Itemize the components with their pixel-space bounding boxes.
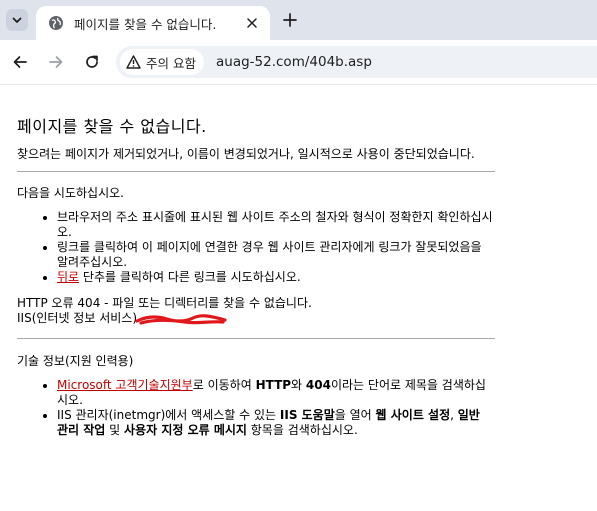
text-run: 항목을 검색하십시오.	[246, 423, 358, 437]
close-tab-icon[interactable]	[244, 15, 260, 31]
text-run: ,	[450, 408, 458, 422]
bold-term: 웹 사이트 설정	[375, 408, 451, 422]
browser-toolbar: 주의 요함 auag-52.com/404b.asp	[0, 40, 597, 85]
list-item: 뒤로 단추를 클릭하여 다른 링크를 시도하십시오.	[57, 270, 495, 285]
address-bar[interactable]: 주의 요함 auag-52.com/404b.asp	[116, 46, 597, 78]
list-item: Microsoft 고객기술지원부로 이동하여 HTTP와 404이라는 단어로…	[57, 378, 495, 408]
text-run: 을 열어	[334, 408, 376, 422]
reload-icon[interactable]	[82, 52, 102, 72]
tab-title: 페이지를 찾을 수 없습니다.	[74, 16, 217, 32]
bold-term: HTTP	[255, 378, 292, 392]
list-item-text: 단추를 클릭하여 다른 링크를 시도하십시오.	[79, 270, 301, 284]
list-item: 브라우저의 주소 표시줄에 표시된 웹 사이트 주소의 철자와 형식이 정확한지…	[57, 210, 495, 240]
text-run: IIS 관리자(inetmgr)에서 액세스할 수 있는	[57, 408, 280, 422]
back-arrow-icon[interactable]	[10, 52, 30, 72]
page-heading: 페이지를 찾을 수 없습니다.	[17, 117, 207, 136]
forward-arrow-icon[interactable]	[46, 52, 66, 72]
text-run: 로 이동하여	[192, 378, 256, 392]
list-item-text: 브라우저의 주소 표시줄에 표시된 웹 사이트 주소의 철자와 형식이 정확한지…	[57, 210, 493, 239]
tech-list: Microsoft 고객기술지원부로 이동하여 HTTP와 404이라는 단어로…	[17, 378, 495, 438]
tech-section-title: 기술 정보(지원 인력용)	[17, 354, 134, 368]
globe-icon	[48, 15, 64, 31]
url-text[interactable]: auag-52.com/404b.asp	[216, 54, 372, 70]
divider	[17, 338, 495, 339]
text-run: 및	[105, 423, 125, 437]
security-chip[interactable]: 주의 요함	[120, 49, 204, 75]
server-info-label: IIS(인터넷 정보 서비스)	[17, 311, 141, 325]
intro-text: 찾으려는 페이지가 제거되었거나, 이름이 변경되었거나, 일시적으로 사용이 …	[17, 147, 475, 161]
error-message: HTTP 오류 404 - 파일 또는 디렉터리를 찾을 수 없습니다.	[17, 296, 312, 310]
tab-search-dropdown-icon[interactable]	[6, 9, 28, 31]
text-run: 와	[291, 378, 306, 392]
list-item-text: 링크를 클릭하여 이 페이지에 연결한 경우 웹 사이트 관리자에게 링크가 잘…	[57, 240, 482, 269]
try-section-title: 다음을 시도하십시오.	[17, 186, 124, 200]
list-item: 링크를 클릭하여 이 페이지에 연결한 경우 웹 사이트 관리자에게 링크가 잘…	[57, 240, 495, 270]
list-item: IIS 관리자(inetmgr)에서 액세스할 수 있는 IIS 도움말을 열어…	[57, 408, 495, 438]
new-tab-plus-icon[interactable]	[280, 10, 300, 30]
active-tab[interactable]: 페이지를 찾을 수 없습니다.	[36, 6, 270, 40]
bold-term: 사용자 지정 오류 메시지	[124, 423, 247, 437]
divider	[17, 171, 495, 172]
ms-support-link[interactable]: Microsoft 고객기술지원부	[57, 378, 193, 392]
bold-term: IIS 도움말	[279, 408, 335, 422]
bold-term: 404	[305, 378, 331, 392]
page-content: 페이지를 찾을 수 없습니다. 찾으려는 페이지가 제거되었거나, 이름이 변경…	[17, 100, 495, 438]
redaction-scribble	[135, 313, 234, 325]
server-info: IIS(인터넷 정보 서비스)	[17, 311, 495, 326]
back-link[interactable]: 뒤로	[57, 270, 79, 284]
warning-triangle-icon	[126, 55, 141, 69]
tab-strip: 페이지를 찾을 수 없습니다.	[0, 0, 597, 40]
try-list: 브라우저의 주소 표시줄에 표시된 웹 사이트 주소의 철자와 형식이 정확한지…	[17, 210, 495, 285]
security-chip-label: 주의 요함	[146, 55, 196, 71]
